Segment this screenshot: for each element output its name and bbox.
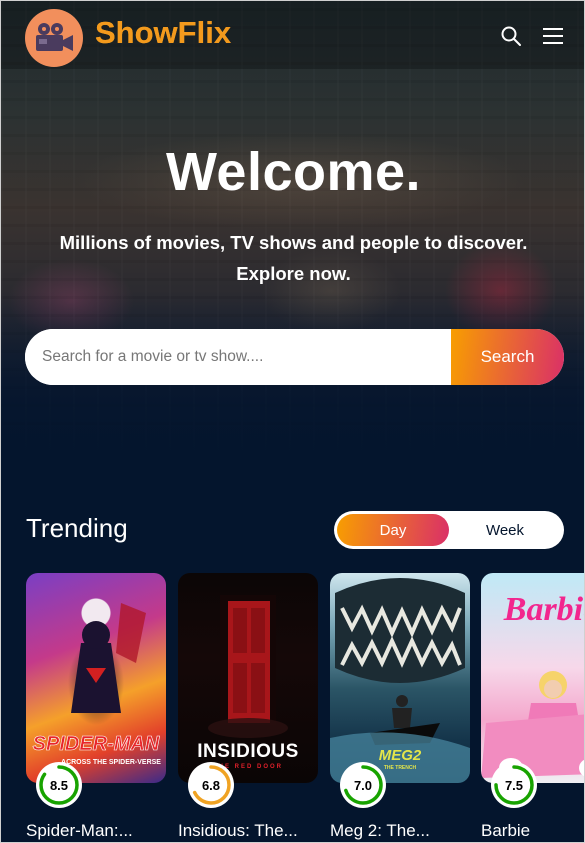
search-button[interactable]: Search [451,329,564,385]
movie-title[interactable]: Insidious: The... [178,821,318,841]
app-frame: Welcome. Millions of movies, TV shows an… [0,0,585,843]
rating-value: 6.8 [201,777,221,793]
top-header: ShowFlix [1,1,584,69]
brand-name[interactable]: ShowFlix [95,15,231,51]
day-week-switch: Day Week [334,511,564,549]
tab-week[interactable]: Week [449,514,561,546]
rating-badge: 6.8 [188,762,234,808]
movie-title[interactable]: Barbie [481,821,584,841]
movie-poster[interactable]: Barbie [481,573,584,783]
poster-title-text: INSIDIOUS [197,741,299,762]
movie-poster[interactable]: INSIDIOUS THE RED DOOR [178,573,318,783]
hero-banner: Welcome. Millions of movies, TV shows an… [1,1,584,461]
movie-title[interactable]: Meg 2: The... [330,821,470,841]
movie-camera-icon [36,23,73,51]
rating-value: 8.5 [49,777,69,793]
logo[interactable] [25,9,83,67]
search-icon[interactable] [500,25,522,47]
trending-carousel: SPIDER-MAN ACROSS THE SPIDER-VERSE 8.5 S… [26,573,584,842]
search-input[interactable] [25,329,451,385]
hero-subtitle: Millions of movies, TV shows and people … [1,227,584,289]
rating-value: 7.5 [504,777,524,793]
menu-icon[interactable] [542,25,564,47]
tab-day[interactable]: Day [337,514,449,546]
rating-badge: 7.5 [491,762,537,808]
rating-value: 7.0 [353,777,373,793]
trending-heading: Trending [26,513,128,543]
rating-badge: 7.0 [340,762,386,808]
movie-poster[interactable]: MEG2 THE TRENCH [330,573,470,783]
movie-poster[interactable]: SPIDER-MAN ACROSS THE SPIDER-VERSE [26,573,166,783]
poster-title-text: Barbie [503,591,584,628]
hero-subtitle-line-1: Millions of movies, TV shows and people … [59,232,528,253]
hero-title: Welcome. [165,142,422,202]
hero-subtitle-line-2: Explore now. [236,263,351,284]
movie-title[interactable]: Spider-Man:... [26,821,166,841]
rating-badge: 8.5 [36,762,82,808]
poster-title-text: SPIDER-MAN [32,733,160,756]
search-bar: Search [25,329,564,385]
